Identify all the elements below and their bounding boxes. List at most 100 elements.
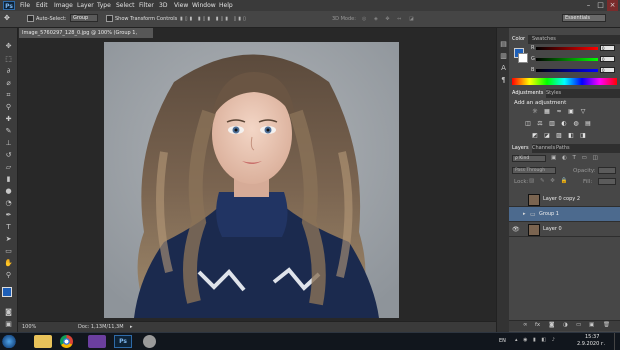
- zoom-level[interactable]: 100%: [22, 322, 36, 332]
- new-layer-icon[interactable]: ▣: [589, 322, 594, 328]
- blend-mode-dropdown[interactable]: Pass Through: [512, 167, 556, 174]
- menu-layer[interactable]: Layer: [77, 1, 94, 10]
- marquee-tool-icon[interactable]: ⬚: [3, 55, 14, 64]
- lock-icons[interactable]: ▨ ✎ ✥ 🔒: [529, 178, 570, 184]
- expand-group-icon[interactable]: ▸: [523, 211, 526, 217]
- align-icons[interactable]: ▮▯▮ ▮▯▮ ▮▯▮ ▯▮▯: [180, 15, 248, 23]
- paragraph-panel-icon[interactable]: ¶: [498, 76, 509, 85]
- menu-edit[interactable]: Edit: [36, 1, 48, 10]
- menu-window[interactable]: Window: [192, 1, 216, 10]
- fill-field[interactable]: [598, 178, 616, 185]
- pen-tool-icon[interactable]: ✒: [3, 211, 14, 220]
- layer-filter-icons[interactable]: ▣ ◐ T ▭ ◫: [551, 155, 600, 161]
- tab-color[interactable]: Color: [509, 35, 529, 44]
- hand-tool-icon[interactable]: ✋: [3, 259, 14, 268]
- 3d-tool-icons[interactable]: ◎ ◈ ✥ ⇔ ◪: [362, 15, 417, 23]
- selective-color-adjustment-icon[interactable]: ◨: [579, 132, 587, 139]
- color-spectrum-bar[interactable]: [512, 78, 617, 85]
- layer-style-icon[interactable]: fx: [535, 322, 540, 328]
- workspace-dropdown[interactable]: Essentials: [562, 14, 606, 22]
- show-desktop-button[interactable]: [614, 333, 620, 350]
- menu-type[interactable]: Type: [97, 1, 111, 10]
- link-layers-icon[interactable]: ∞: [523, 322, 528, 328]
- clock-time[interactable]: 15:37: [585, 334, 599, 340]
- dodge-tool-icon[interactable]: ◔: [3, 199, 14, 208]
- posterize-adjustment-icon[interactable]: ◪: [543, 132, 551, 139]
- red-value-field[interactable]: 0: [600, 45, 615, 51]
- green-slider[interactable]: [536, 58, 598, 61]
- lasso-tool-icon[interactable]: ∂: [3, 67, 14, 76]
- menu-3d[interactable]: 3D: [159, 1, 167, 10]
- type-tool-icon[interactable]: T: [3, 223, 14, 232]
- transform-controls-checkbox[interactable]: Show Transform Controls: [106, 15, 177, 23]
- file-explorer-icon[interactable]: [34, 335, 52, 348]
- status-arrow-icon[interactable]: ▸: [130, 322, 133, 332]
- history-panel-icon[interactable]: ▤: [498, 40, 509, 49]
- brush-tool-icon[interactable]: ✎: [3, 127, 14, 136]
- blue-slider[interactable]: [536, 69, 598, 72]
- tab-paths[interactable]: Paths: [553, 144, 573, 153]
- screen-mode-icon[interactable]: ▣: [3, 320, 14, 329]
- auto-select-checkbox[interactable]: Auto-Select:: [27, 15, 67, 23]
- tray-icons[interactable]: ▴ ◉ ▮ ◧ ♪: [515, 337, 557, 343]
- chrome-icon[interactable]: [60, 335, 73, 348]
- menu-help[interactable]: Help: [219, 1, 233, 10]
- menu-filter[interactable]: Filter: [139, 1, 154, 10]
- quick-mask-icon[interactable]: ◙: [3, 308, 14, 317]
- photoshop-taskbar-icon[interactable]: Ps: [114, 335, 132, 348]
- language-indicator[interactable]: EN: [499, 338, 506, 344]
- photo-filter-adjustment-icon[interactable]: ◐: [560, 120, 568, 127]
- color-balance-adjustment-icon[interactable]: ⚖: [536, 120, 544, 127]
- invert-adjustment-icon[interactable]: ◩: [531, 132, 539, 139]
- opacity-field[interactable]: [598, 167, 616, 174]
- delete-layer-icon[interactable]: 🗑: [603, 322, 610, 328]
- checkbox-icon[interactable]: [27, 15, 34, 22]
- auto-select-dropdown[interactable]: Group: [70, 14, 98, 22]
- maximize-button[interactable]: □: [595, 0, 606, 11]
- path-select-tool-icon[interactable]: ➤: [3, 235, 14, 244]
- shape-tool-icon[interactable]: ▭: [3, 247, 14, 256]
- exposure-adjustment-icon[interactable]: ▣: [567, 108, 575, 115]
- threshold-adjustment-icon[interactable]: ▨: [555, 132, 563, 139]
- layer-row[interactable]: 👁 Layer 0: [509, 222, 620, 237]
- green-value-field[interactable]: 0: [600, 56, 615, 62]
- eyedropper-tool-icon[interactable]: ⚲: [3, 103, 14, 112]
- crop-tool-icon[interactable]: ⌗: [3, 91, 14, 100]
- visibility-toggle-icon[interactable]: 👁: [512, 226, 520, 233]
- adjustment-layer-icon[interactable]: ◑: [563, 322, 568, 328]
- close-button[interactable]: ×: [607, 0, 618, 11]
- hue-saturation-adjustment-icon[interactable]: ◫: [524, 120, 532, 127]
- menu-select[interactable]: Select: [116, 1, 135, 10]
- zoom-tool-icon[interactable]: ⚲: [3, 271, 14, 280]
- color-lookup-adjustment-icon[interactable]: ▤: [584, 120, 592, 127]
- tab-adjustments[interactable]: Adjustments: [509, 89, 547, 98]
- quick-select-tool-icon[interactable]: ⌀: [3, 79, 14, 88]
- app-icon[interactable]: [143, 335, 156, 348]
- start-button-icon[interactable]: [2, 335, 16, 348]
- menu-image[interactable]: Image: [54, 1, 73, 10]
- visual-studio-icon[interactable]: [88, 335, 106, 348]
- gradient-tool-icon[interactable]: ▮: [3, 175, 14, 184]
- eraser-tool-icon[interactable]: ▱: [3, 163, 14, 172]
- checkbox-icon[interactable]: [106, 15, 113, 22]
- move-tool-icon[interactable]: ✥: [4, 14, 10, 22]
- vibrance-adjustment-icon[interactable]: ▽: [579, 108, 587, 115]
- tab-styles[interactable]: Styles: [543, 89, 564, 98]
- new-group-icon[interactable]: ▭: [576, 322, 581, 328]
- blue-value-field[interactable]: 0: [600, 67, 615, 73]
- brightness-adjustment-icon[interactable]: ☼: [531, 108, 539, 115]
- tab-swatches[interactable]: Swatches: [529, 35, 559, 44]
- gradient-map-adjustment-icon[interactable]: ◧: [567, 132, 575, 139]
- layer-row-selected[interactable]: ▸ ▭ Group 1: [509, 207, 620, 222]
- clone-stamp-tool-icon[interactable]: ⊥: [3, 139, 14, 148]
- background-color-swatch[interactable]: [518, 53, 528, 63]
- layer-row[interactable]: Layer 0 copy 2: [509, 192, 620, 207]
- layer-filter-dropdown[interactable]: ρ Kind: [512, 155, 546, 162]
- history-brush-tool-icon[interactable]: ↺: [3, 151, 14, 160]
- document-image[interactable]: [104, 42, 399, 318]
- levels-adjustment-icon[interactable]: ▦: [543, 108, 551, 115]
- blur-tool-icon[interactable]: ●: [3, 187, 14, 196]
- document-tab[interactable]: Image_5760297_128_0.jpg @ 100% (Group 1,…: [19, 28, 153, 46]
- red-slider[interactable]: [536, 47, 598, 50]
- healing-tool-icon[interactable]: ✚: [3, 115, 14, 124]
